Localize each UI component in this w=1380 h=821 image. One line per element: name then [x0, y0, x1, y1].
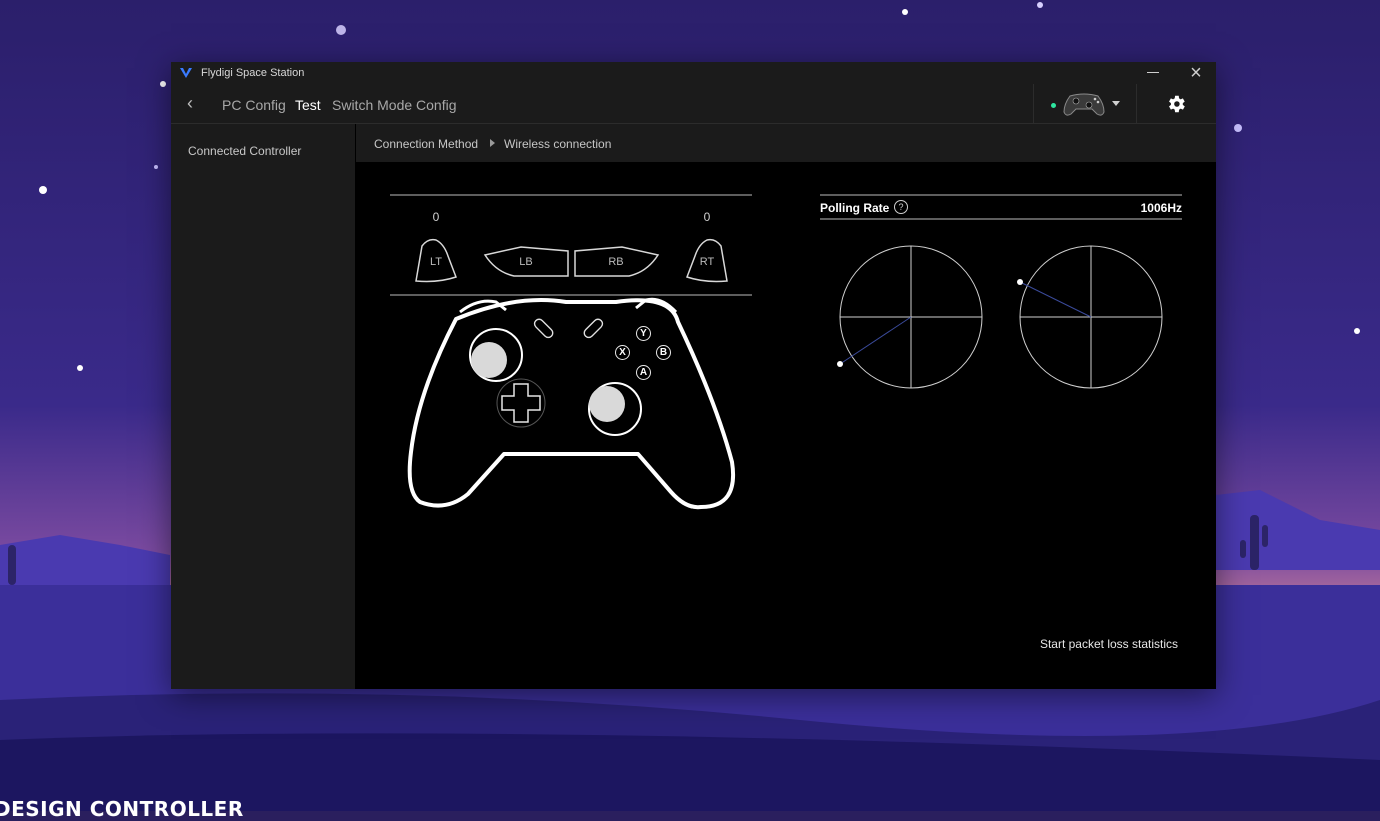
device-selector[interactable] [1033, 84, 1137, 124]
controller-body [407, 298, 735, 510]
nav-bar: ‹ PC Config Test Switch Mode Config [171, 84, 1216, 124]
lt-label: LT [429, 256, 443, 268]
x-button: X [615, 345, 630, 360]
app-window: Flydigi Space Station × ‹ PC Config Test… [171, 62, 1216, 689]
controller-thumbnail-icon [1063, 93, 1105, 116]
settings-gear-icon[interactable] [1165, 93, 1187, 115]
polling-rate-value: 1006Hz [1140, 201, 1182, 215]
back-button[interactable]: ‹ [187, 93, 201, 113]
left-stick [471, 342, 507, 378]
tab-switch-mode-config[interactable]: Switch Mode Config [332, 97, 457, 113]
window-title: Flydigi Space Station [201, 67, 305, 79]
controller-visual [390, 194, 1182, 510]
tab-pc-config[interactable]: PC Config [222, 97, 286, 113]
a-button: A [636, 365, 651, 380]
dpad-ring [496, 378, 546, 428]
left-stick-chart [837, 245, 983, 389]
lt-value: 0 [432, 210, 440, 224]
connection-method-label: Connection Method [374, 137, 479, 151]
view-button [533, 318, 554, 339]
menu-button [583, 318, 604, 339]
y-button: Y [636, 326, 651, 341]
rt-label: RT [699, 256, 715, 268]
rb-label: RB [608, 256, 624, 268]
polling-rate-label: Polling Rate [820, 201, 890, 215]
right-stick [589, 386, 625, 422]
tab-test[interactable]: Test [295, 97, 321, 113]
sidebar: Connected Controller [171, 124, 355, 689]
connection-status-dot [1051, 103, 1056, 108]
minimize-button[interactable] [1138, 62, 1168, 84]
sidebar-item-connected-controller[interactable]: Connected Controller [188, 144, 301, 158]
video-caption: DESIGN CONTROLLER [0, 797, 244, 821]
right-stick-chart [1017, 245, 1163, 389]
title-bar: Flydigi Space Station × [171, 62, 1216, 84]
dpad [501, 383, 541, 423]
connection-method-value: Wireless connection [504, 137, 612, 151]
rt-value: 0 [703, 210, 711, 224]
help-icon[interactable]: ? [894, 200, 908, 214]
flydigi-logo-icon [180, 68, 192, 78]
start-packet-loss-button[interactable]: Start packet loss statistics [996, 637, 1178, 651]
lb-label: LB [519, 256, 533, 268]
test-panel: 0 0 LT LB RB RT Y X B A Polling Rate ? 1… [356, 162, 1216, 689]
breadcrumb: Connection Method Wireless connection [356, 124, 1216, 162]
b-button: B [656, 345, 671, 360]
close-button[interactable]: × [1181, 62, 1211, 84]
chevron-down-icon [1112, 101, 1120, 106]
chevron-right-icon [490, 139, 495, 147]
